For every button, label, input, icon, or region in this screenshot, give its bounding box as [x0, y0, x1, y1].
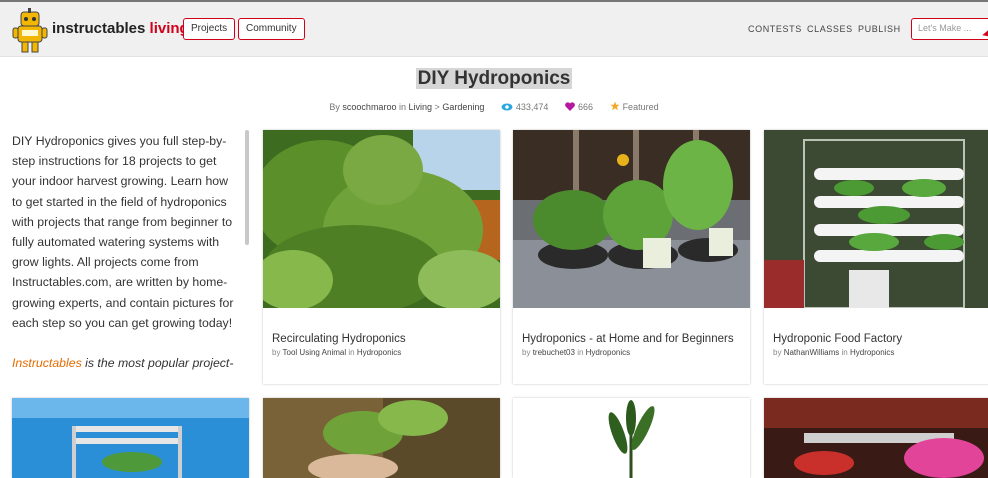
card-category-link[interactable]: Hydroponics: [357, 348, 401, 357]
instructables-link[interactable]: Instructables: [12, 356, 82, 370]
project-card[interactable]: Recirculating Hydroponics by Tool Using …: [263, 130, 500, 384]
description-scrollbar[interactable]: [245, 130, 249, 245]
project-thumbnail[interactable]: [12, 398, 249, 478]
projects-button[interactable]: Projects: [183, 18, 236, 40]
card-byline: by Tool Using Animal in Hydroponics: [272, 348, 401, 357]
search-arrow-icon[interactable]: [982, 30, 988, 39]
card-title[interactable]: Hydroponic Food Factory: [773, 333, 902, 345]
card-in: in: [577, 348, 584, 357]
project-card[interactable]: Hydroponic Food Factory by NathanWilliam…: [764, 130, 988, 384]
eye-icon: [501, 103, 513, 111]
site-header: instructables living Projects Community …: [0, 0, 988, 57]
project-card-partial[interactable]: [263, 398, 500, 478]
card-author-link[interactable]: trebuchet03: [533, 348, 575, 357]
page-meta: By scoochmaroo in Living > Gardening 433…: [0, 101, 988, 112]
card-byline: by trebuchet03 in Hydroponics: [522, 348, 630, 357]
description-paragraph: DIY Hydroponics gives you full step-by-s…: [12, 134, 234, 330]
card-by: by: [272, 348, 281, 357]
collection-description: DIY Hydroponics gives you full step-by-s…: [12, 131, 234, 373]
brand-main: instructables: [52, 20, 146, 37]
project-thumbnail[interactable]: [764, 130, 988, 308]
card-in: in: [348, 348, 355, 357]
meta-in: in: [398, 102, 406, 112]
meta-by: By: [329, 102, 340, 112]
card-in: in: [841, 348, 848, 357]
favorites-count: 666: [577, 102, 594, 112]
card-title[interactable]: Hydroponics - at Home and for Beginners: [522, 333, 734, 345]
card-by: by: [773, 348, 782, 357]
project-card-partial[interactable]: [12, 398, 249, 478]
nav-publish[interactable]: PUBLISH: [858, 24, 901, 34]
project-thumbnail[interactable]: [263, 398, 500, 478]
project-card[interactable]: Hydroponics - at Home and for Beginners …: [513, 130, 750, 384]
search-input[interactable]: Let's Make ...: [911, 18, 988, 40]
card-byline: by NathanWilliams in Hydroponics: [773, 348, 894, 357]
card-by: by: [522, 348, 531, 357]
card-title[interactable]: Recirculating Hydroponics: [272, 333, 406, 345]
heart-icon: [565, 102, 576, 111]
project-thumbnail[interactable]: [263, 130, 500, 308]
meta-author-link[interactable]: scoochmaroo: [342, 102, 396, 112]
card-category-link[interactable]: Hydroponics: [586, 348, 630, 357]
brand-name[interactable]: instructables living: [52, 20, 189, 37]
page-title-text: DIY Hydroponics: [415, 68, 573, 89]
featured-label: Featured: [622, 102, 659, 112]
nav-contests[interactable]: CONTESTS: [748, 24, 802, 34]
instructables-robot-logo[interactable]: [12, 8, 48, 54]
card-category-link[interactable]: Hydroponics: [850, 348, 894, 357]
description-paragraph-2-text: is the most popular project-: [81, 356, 234, 371]
project-thumbnail[interactable]: [513, 130, 750, 308]
project-card-partial[interactable]: [764, 398, 988, 478]
nav-classes[interactable]: CLASSES: [807, 24, 853, 34]
project-card-partial[interactable]: [513, 398, 750, 478]
meta-separator: >: [434, 102, 440, 112]
project-thumbnail[interactable]: [764, 398, 988, 478]
meta-category-link[interactable]: Living: [409, 102, 433, 112]
project-thumbnail[interactable]: [513, 398, 750, 478]
page-title: DIY Hydroponics: [0, 68, 988, 90]
search-placeholder: Let's Make ...: [918, 23, 972, 33]
community-button[interactable]: Community: [238, 18, 305, 40]
star-icon: [610, 101, 620, 111]
card-author-link[interactable]: NathanWilliams: [784, 348, 840, 357]
meta-subcategory-link[interactable]: Gardening: [442, 102, 484, 112]
views-count: 433,474: [515, 102, 549, 112]
card-author-link[interactable]: Tool Using Animal: [283, 348, 347, 357]
description-paragraph-2: Instructables is the most popular projec…: [12, 353, 234, 373]
